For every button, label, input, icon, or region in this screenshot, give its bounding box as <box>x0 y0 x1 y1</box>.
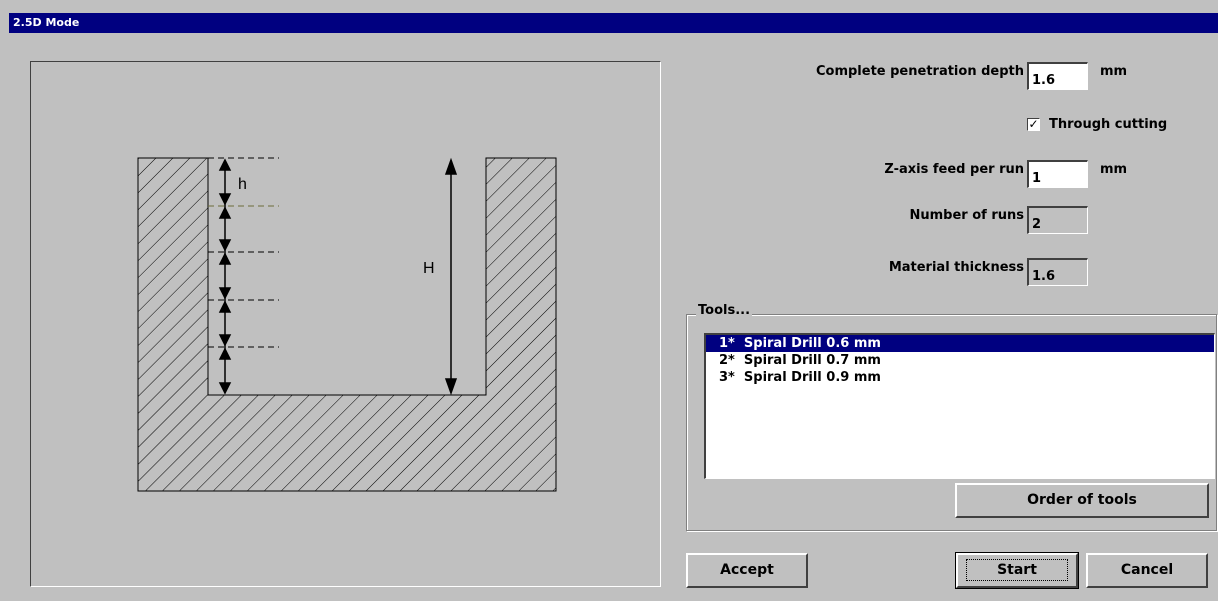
tool-item[interactable]: 1* Spiral Drill 0.6 mm <box>706 335 1214 352</box>
total-depth-arrow <box>444 157 458 396</box>
penetration-depth-label: Complete penetration depth <box>815 64 1024 79</box>
tool-item[interactable]: 2* Spiral Drill 0.7 mm <box>706 352 1214 369</box>
window-title: 2.5D Mode <box>9 13 1218 33</box>
through-cutting-label[interactable]: Through cutting <box>1049 117 1167 132</box>
accept-button[interactable]: Accept <box>686 553 808 588</box>
tool-item[interactable]: 3* Spiral Drill 0.9 mm <box>706 369 1214 386</box>
step-arrows <box>218 158 232 395</box>
penetration-unit: mm <box>1100 64 1128 79</box>
label-h: h <box>238 176 247 193</box>
through-cutting-checkbox[interactable]: ✓ <box>1027 118 1040 131</box>
label-H: H <box>423 260 435 277</box>
zfeed-unit: mm <box>1100 162 1128 177</box>
start-button[interactable]: Start <box>955 552 1079 589</box>
penetration-depth-input[interactable]: 1.6 <box>1027 62 1088 90</box>
cancel-button[interactable]: Cancel <box>1086 553 1208 588</box>
runs-label: Number of runs <box>909 208 1024 223</box>
tools-listbox[interactable]: 1* Spiral Drill 0.6 mm 2* Spiral Drill 0… <box>704 333 1215 479</box>
pocket-diagram: h H <box>137 157 557 492</box>
material-cross-section <box>137 157 557 492</box>
thickness-field: 1.6 <box>1027 258 1088 286</box>
thickness-label: Material thickness <box>888 260 1024 275</box>
title-bar-bg <box>0 0 1218 13</box>
zfeed-label: Z-axis feed per run <box>884 162 1024 177</box>
order-of-tools-button[interactable]: Order of tools <box>955 483 1209 518</box>
start-button-label: Start <box>966 559 1068 581</box>
runs-field: 2 <box>1027 206 1088 234</box>
zfeed-input[interactable]: 1 <box>1027 160 1088 188</box>
diagram-panel: h H <box>30 61 661 587</box>
tools-group-title: Tools... <box>696 303 753 318</box>
